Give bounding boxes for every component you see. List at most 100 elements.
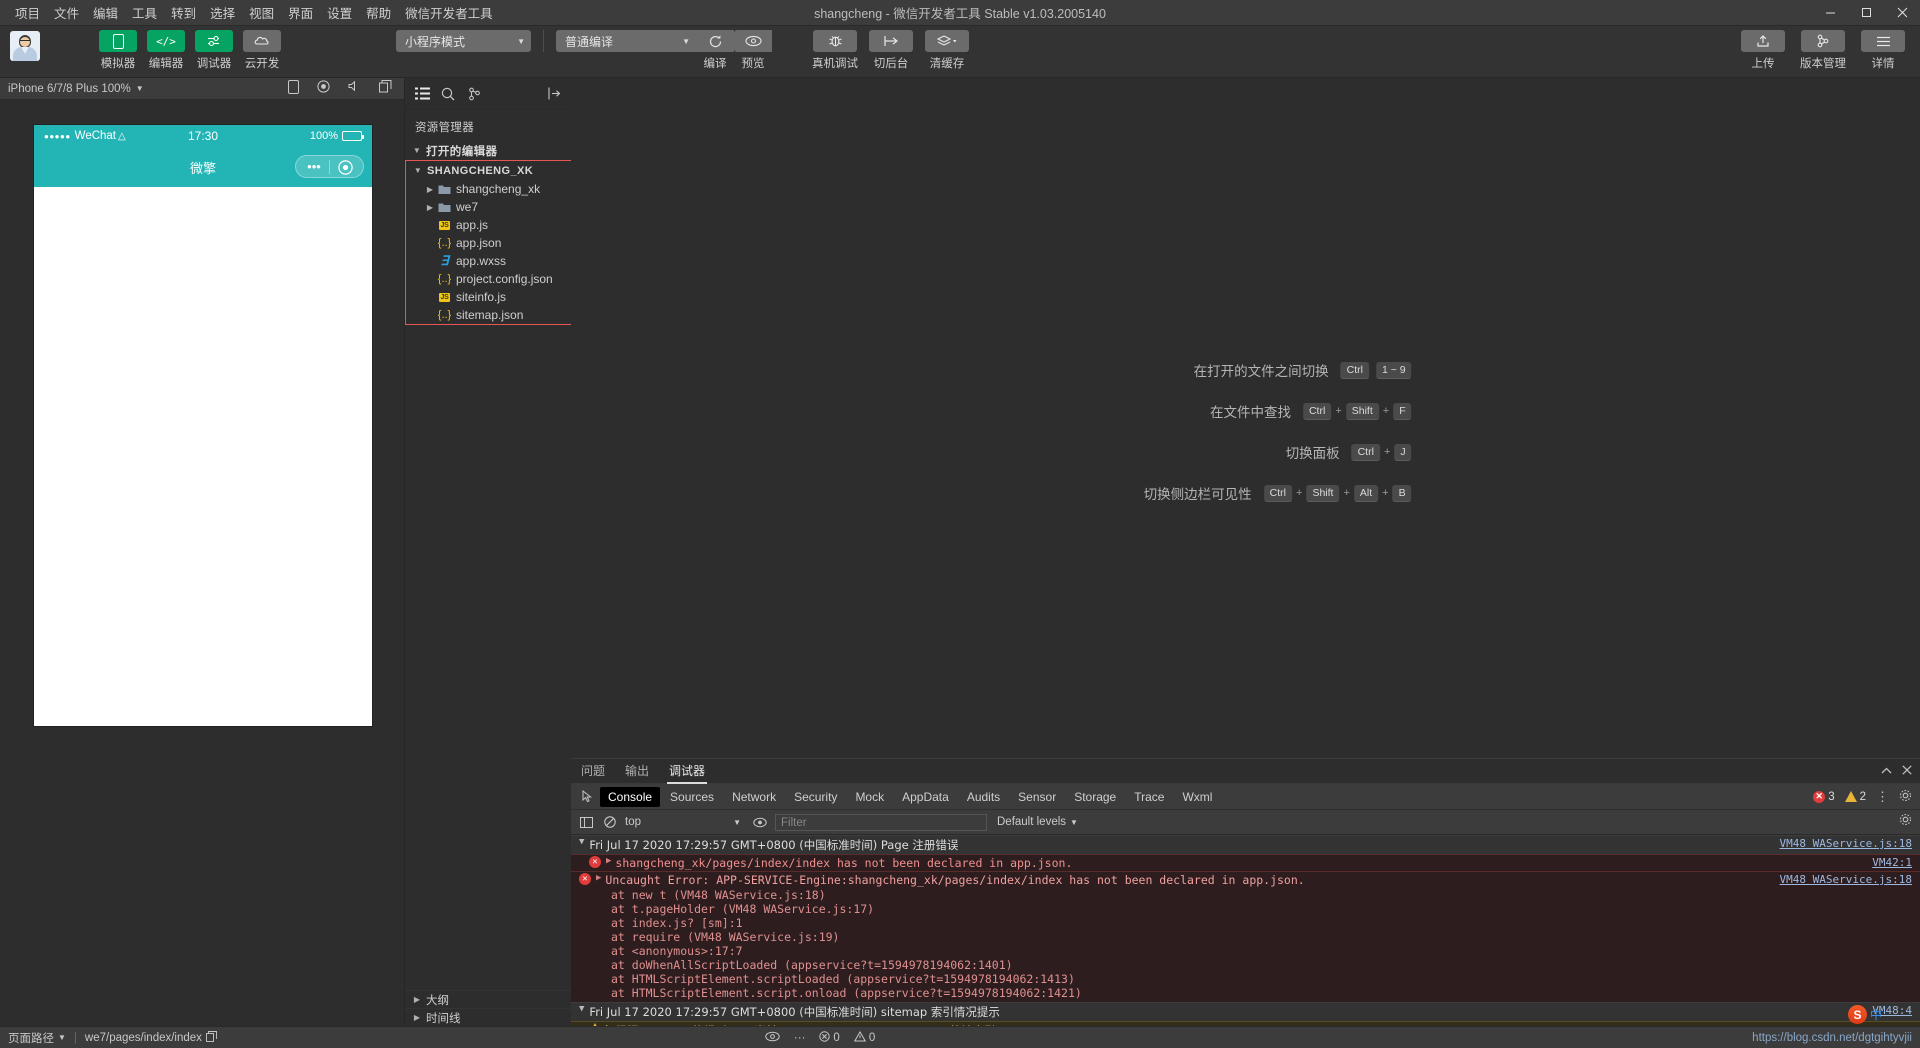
- tree-item-app-json[interactable]: {..} app.json: [406, 234, 578, 252]
- source-link[interactable]: VM42:1: [1872, 856, 1912, 869]
- mode-select[interactable]: 小程序模式 ▼: [396, 30, 531, 52]
- close-panel-icon[interactable]: [1902, 762, 1912, 780]
- expand-arrow-icon[interactable]: ▼: [579, 837, 584, 853]
- panel-tab-network[interactable]: Network: [724, 787, 784, 807]
- panel-tab-sensor[interactable]: Sensor: [1010, 787, 1064, 807]
- error-badge[interactable]: ✕ 3: [1813, 790, 1835, 803]
- console-error-sub[interactable]: ✕ ▶ shangcheng_xk/pages/index/index has …: [571, 854, 1920, 871]
- menu-item-goto[interactable]: 转到: [164, 0, 203, 25]
- console-output[interactable]: ▼ Fri Jul 17 2020 17:29:57 GMT+0800 (中国标…: [571, 835, 1920, 1026]
- source-link[interactable]: VM48 WAService.js:18: [1780, 873, 1912, 886]
- upload-button[interactable]: 上传: [1740, 30, 1786, 71]
- tree-item-app-js[interactable]: JS app.js: [406, 216, 578, 234]
- chevron-right-icon[interactable]: ▶: [424, 185, 436, 194]
- debugger-button[interactable]: 调试器: [194, 30, 234, 71]
- console-error[interactable]: ✕ ▶ Uncaught Error: APP-SERVICE-Engine:s…: [571, 871, 1920, 888]
- tree-item-project-config[interactable]: {..} project.config.json: [406, 270, 578, 288]
- maximize-panel-icon[interactable]: [1881, 762, 1892, 780]
- panel-tab-wxml[interactable]: Wxml: [1174, 787, 1220, 807]
- background-button[interactable]: 切后台: [868, 30, 914, 71]
- more-status-icon[interactable]: ···: [794, 1032, 806, 1044]
- panel-tab-trace[interactable]: Trace: [1126, 787, 1172, 807]
- menu-item-select[interactable]: 选择: [203, 0, 242, 25]
- stack-frame[interactable]: at t.pageHolder (VM48 WAService.js:17): [571, 902, 1920, 916]
- current-route[interactable]: we7/pages/index/index: [77, 1030, 225, 1045]
- panel-tab-security[interactable]: Security: [786, 787, 845, 807]
- chevron-right-icon[interactable]: ▶: [424, 203, 436, 212]
- menu-item-file[interactable]: 文件: [47, 0, 86, 25]
- stack-frame[interactable]: at HTMLScriptElement.scriptLoaded (appse…: [571, 972, 1920, 986]
- tree-item-app-wxss[interactable]: ∃ app.wxss: [406, 252, 578, 270]
- rotate-icon[interactable]: [288, 80, 299, 97]
- inspect-element-icon[interactable]: [575, 787, 599, 807]
- tree-item-shangcheng-xk[interactable]: ▶ shangcheng_xk: [406, 180, 578, 198]
- stack-frame[interactable]: at HTMLScriptElement.script.onload (apps…: [571, 986, 1920, 1002]
- console-group-header[interactable]: ▼ Fri Jul 17 2020 17:29:57 GMT+0800 (中国标…: [571, 1002, 1920, 1021]
- cloud-dev-button[interactable]: 云开发: [242, 30, 282, 71]
- collapse-sidebar-icon[interactable]: [541, 81, 567, 107]
- stack-frame[interactable]: at <anonymous>:17:7: [571, 944, 1920, 958]
- search-icon[interactable]: [435, 81, 461, 107]
- explorer-icon[interactable]: [409, 81, 435, 107]
- panel-tab-console[interactable]: Console: [600, 786, 661, 807]
- panel-tab-audits[interactable]: Audits: [959, 787, 1008, 807]
- stack-frame[interactable]: at require (VM48 WAService.js:19): [571, 930, 1920, 944]
- project-root[interactable]: ▼ SHANGCHENG_XK: [406, 161, 578, 180]
- version-button[interactable]: 版本管理: [1796, 30, 1850, 71]
- menu-item-edit[interactable]: 编辑: [86, 0, 125, 25]
- compile-select[interactable]: 普通编译 ▼: [556, 30, 696, 52]
- expand-arrow-icon[interactable]: ▼: [579, 1004, 584, 1020]
- log-levels-select[interactable]: Default levels ▼: [997, 816, 1078, 828]
- stack-frame[interactable]: at new t (VM48 WAService.js:18): [571, 888, 1920, 902]
- tree-item-siteinfo-js[interactable]: JS siteinfo.js: [406, 288, 578, 306]
- clear-console-icon[interactable]: [601, 813, 619, 831]
- ime-indicator[interactable]: S 中: [1847, 1005, 1882, 1024]
- open-editors-section[interactable]: ▼ 打开的编辑器: [405, 141, 571, 160]
- panel-tab-appdata[interactable]: AppData: [894, 787, 957, 807]
- filter-input[interactable]: Filter: [775, 813, 987, 831]
- tab-output[interactable]: 输出: [615, 759, 659, 784]
- console-settings-icon[interactable]: [1899, 813, 1912, 831]
- capsule-buttons[interactable]: •••: [295, 155, 364, 178]
- page-path-selector[interactable]: 页面路径 ▼: [0, 1030, 74, 1046]
- menu-item-help[interactable]: 帮助: [359, 0, 398, 25]
- simulator-button[interactable]: 模拟器: [98, 30, 138, 71]
- warning-status[interactable]: 0: [853, 1030, 875, 1045]
- stack-frame[interactable]: at doWhenAllScriptLoaded (appservice?t=1…: [571, 958, 1920, 972]
- menu-item-project[interactable]: 项目: [8, 0, 47, 25]
- avatar[interactable]: [10, 31, 40, 61]
- warning-badge[interactable]: 2: [1844, 791, 1866, 803]
- panel-tab-mock[interactable]: Mock: [847, 787, 892, 807]
- tab-problems[interactable]: 问题: [571, 759, 615, 784]
- tree-item-sitemap-json[interactable]: {..} sitemap.json: [406, 306, 578, 324]
- error-status[interactable]: 0: [819, 1030, 840, 1045]
- source-control-icon[interactable]: [461, 81, 487, 107]
- editor-button[interactable]: </> 编辑器: [146, 30, 186, 71]
- menu-item-tools[interactable]: 工具: [125, 0, 164, 25]
- timeline-section[interactable]: ▶ 时间线: [405, 1008, 571, 1026]
- more-options-icon[interactable]: ⋮: [1876, 789, 1889, 805]
- close-capsule-icon[interactable]: [330, 158, 360, 175]
- device-selector[interactable]: iPhone 6/7/8 Plus 100%: [8, 83, 131, 95]
- clear-cache-button[interactable]: 清缓存: [924, 30, 970, 71]
- real-device-debug-button[interactable]: 真机调试: [812, 30, 858, 71]
- gear-icon[interactable]: [1899, 789, 1912, 805]
- expand-arrow-icon[interactable]: ▶: [596, 873, 601, 887]
- menu-item-interface[interactable]: 界面: [281, 0, 320, 25]
- menu-item-devtools[interactable]: 微信开发者工具: [398, 0, 500, 25]
- live-expression-icon[interactable]: [751, 813, 769, 831]
- expand-arrow-icon[interactable]: ▶: [606, 856, 611, 870]
- compile-button[interactable]: [696, 30, 734, 52]
- panel-tab-storage[interactable]: Storage: [1066, 787, 1124, 807]
- tree-item-we7[interactable]: ▶ we7: [406, 198, 578, 216]
- preview-eye-icon[interactable]: [765, 1031, 780, 1045]
- menu-item-settings[interactable]: 设置: [320, 0, 359, 25]
- tab-debugger[interactable]: 调试器: [659, 759, 715, 784]
- maximize-button[interactable]: [1848, 0, 1884, 26]
- console-group-header[interactable]: ▼ Fri Jul 17 2020 17:29:57 GMT+0800 (中国标…: [571, 835, 1920, 854]
- outline-section[interactable]: ▶ 大纲: [405, 990, 571, 1008]
- details-button[interactable]: 详情: [1860, 30, 1906, 71]
- close-button[interactable]: [1884, 0, 1920, 26]
- menu-item-view[interactable]: 视图: [242, 0, 281, 25]
- preview-button[interactable]: [734, 30, 772, 52]
